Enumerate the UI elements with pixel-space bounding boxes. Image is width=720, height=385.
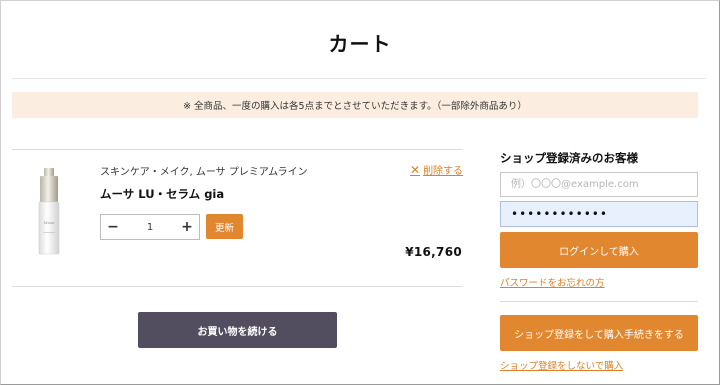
increment-button[interactable]: + — [175, 219, 199, 235]
cart-divider-bottom — [12, 286, 462, 287]
continue-shopping-button[interactable]: お買い物を続ける — [138, 312, 337, 348]
product-category: スキンケア・メイク, ムーサ プレミアムライン — [100, 167, 308, 178]
update-quantity-button[interactable]: 更新 — [206, 214, 243, 239]
login-purchase-button[interactable]: ログインして購入 — [500, 232, 698, 268]
password-field[interactable] — [500, 201, 698, 227]
title-divider — [12, 78, 706, 79]
delete-item-label: 削除する — [423, 166, 464, 177]
page-title: カート — [328, 32, 392, 56]
decrement-button[interactable]: − — [101, 219, 125, 235]
svg-text:Musa: Musa — [42, 220, 55, 225]
delete-item-link[interactable]: ✕ 削除する — [410, 162, 464, 178]
serum-bottle-image[interactable]: Musa — [34, 168, 64, 256]
item-price: ¥16,760 — [405, 245, 462, 259]
email-field[interactable] — [500, 172, 698, 197]
register-checkout-button[interactable]: ショップ登録をして購入手続きをする — [500, 315, 698, 351]
quantity-value[interactable]: 1 — [125, 222, 175, 233]
close-icon: ✕ — [410, 162, 421, 177]
product-name[interactable]: ムーサ LU・セラム gia — [100, 186, 224, 202]
notice-text: ※ 全商品、一度の購入は各5点までとさせていただきます。（一部除外商品あり） — [183, 101, 527, 112]
purchase-limit-notice: ※ 全商品、一度の購入は各5点までとさせていただきます。（一部除外商品あり） — [12, 92, 698, 118]
quantity-stepper: − 1 + — [100, 214, 200, 240]
login-divider — [500, 301, 698, 302]
cart-divider-top — [12, 149, 462, 150]
forgot-password-link[interactable]: パスワードをお忘れの方 — [500, 275, 605, 289]
registered-customer-heading: ショップ登録済みのお客様 — [500, 151, 638, 165]
guest-checkout-link[interactable]: ショップ登録をしないで購入 — [500, 358, 623, 372]
